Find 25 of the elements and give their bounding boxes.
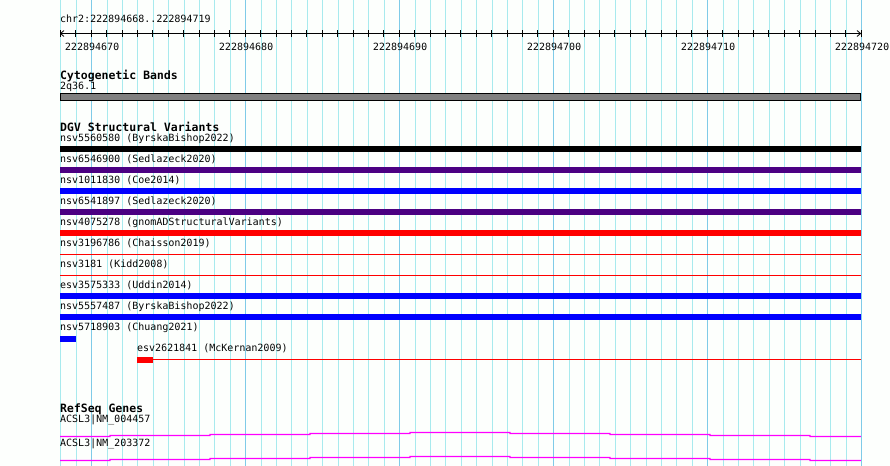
ruler-label: 222894690: [372, 42, 428, 54]
feature-label[interactable]: esv3575333 (Uddin2014): [60, 280, 192, 292]
location-label: chr2:222894668..222894719: [60, 13, 211, 26]
feature-label[interactable]: esv2621841 (McKernan2009): [137, 343, 288, 355]
feature-label[interactable]: nsv5557487 (ByrskaBishop2022): [60, 301, 235, 313]
feature-label[interactable]: nsv6541897 (Sedlazeck2020): [60, 196, 217, 208]
feature-label[interactable]: nsv5718903 (Chuang2021): [60, 322, 198, 334]
ruler-label: 222894710: [680, 42, 736, 54]
ruler-label: 222894680: [218, 42, 274, 54]
feature-label[interactable]: ACSL3|NM_004457: [60, 414, 150, 426]
ruler-label: 222894670: [64, 42, 120, 54]
feature-bar[interactable]: [60, 93, 861, 101]
feature-label[interactable]: nsv3196786 (Chaisson2019): [60, 238, 211, 250]
feature-label[interactable]: nsv1011830 (Coe2014): [60, 175, 180, 187]
ruler-label: 222894720: [834, 42, 890, 54]
feature-label[interactable]: 2q36.1: [60, 81, 96, 93]
feature-label[interactable]: ACSL3|NM_203372: [60, 438, 150, 450]
track-title: DGV Structural Variants: [60, 121, 220, 134]
track-title: Cytogenetic Bands: [60, 69, 178, 82]
feature-label[interactable]: nsv6546900 (Sedlazeck2020): [60, 154, 217, 166]
feature-label[interactable]: nsv3181 (Kidd2008): [60, 259, 168, 271]
ruler-label: 222894700: [526, 42, 582, 54]
feature-label[interactable]: nsv5560580 (ByrskaBishop2022): [60, 133, 235, 145]
feature-label[interactable]: nsv4075278 (gnomADStructuralVariants): [60, 217, 283, 229]
track-title: RefSeq Genes: [60, 402, 144, 415]
